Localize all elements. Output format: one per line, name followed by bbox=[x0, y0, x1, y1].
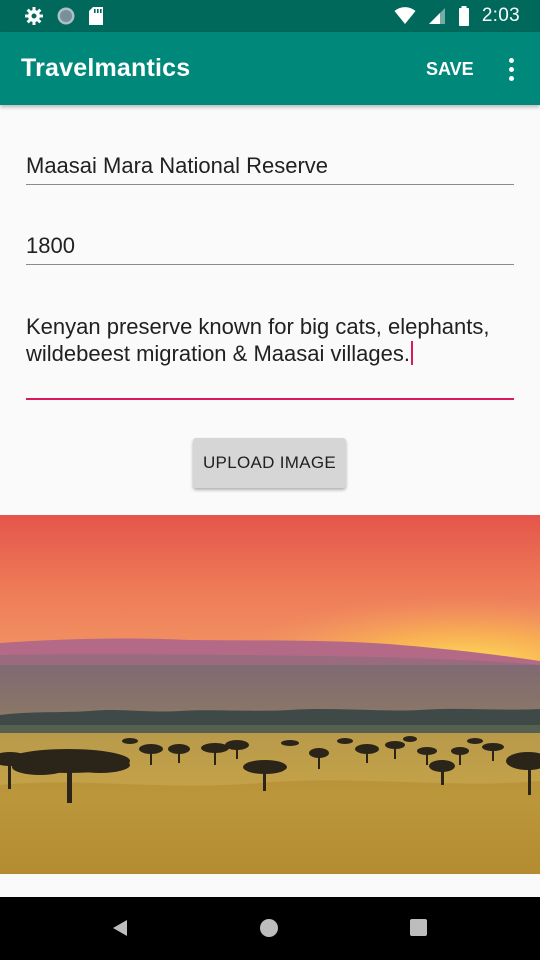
sd-card-icon bbox=[88, 6, 104, 26]
description-field-value: Kenyan preserve known for big cats, elep… bbox=[26, 313, 514, 367]
signal-icon bbox=[428, 7, 446, 25]
price-field-value: 1800 bbox=[26, 233, 75, 258]
save-button[interactable]: SAVE bbox=[416, 52, 484, 86]
destination-image bbox=[0, 515, 540, 874]
title-field[interactable]: Maasai Mara National Reserve bbox=[26, 152, 514, 185]
status-bar-right: 2:03 bbox=[394, 5, 520, 27]
description-field[interactable]: Kenyan preserve known for big cats, elep… bbox=[26, 313, 514, 401]
home-icon[interactable] bbox=[260, 919, 278, 937]
description-field-underline bbox=[26, 398, 514, 400]
more-vert-icon[interactable] bbox=[496, 52, 526, 86]
price-field-underline bbox=[26, 264, 514, 265]
nav-bar bbox=[0, 897, 540, 960]
battery-icon bbox=[458, 6, 470, 26]
app-title: Travelmantics bbox=[21, 54, 191, 82]
app-bar: Travelmantics SAVE bbox=[0, 32, 540, 105]
circle-icon bbox=[56, 6, 76, 26]
status-time: 2:03 bbox=[481, 5, 520, 26]
recents-icon[interactable] bbox=[410, 919, 427, 936]
text-cursor bbox=[410, 341, 413, 365]
title-field-underline bbox=[26, 184, 514, 185]
gear-icon bbox=[24, 6, 44, 26]
price-field[interactable]: 1800 bbox=[26, 232, 514, 265]
status-bar: 2:03 bbox=[0, 0, 540, 32]
upload-image-button[interactable]: UPLOAD IMAGE bbox=[193, 438, 346, 488]
wifi-icon bbox=[394, 7, 416, 25]
description-field-text: Kenyan preserve known for big cats, elep… bbox=[26, 314, 490, 366]
status-bar-left bbox=[24, 5, 104, 27]
back-icon[interactable] bbox=[111, 919, 129, 942]
title-field-value: Maasai Mara National Reserve bbox=[26, 153, 329, 178]
